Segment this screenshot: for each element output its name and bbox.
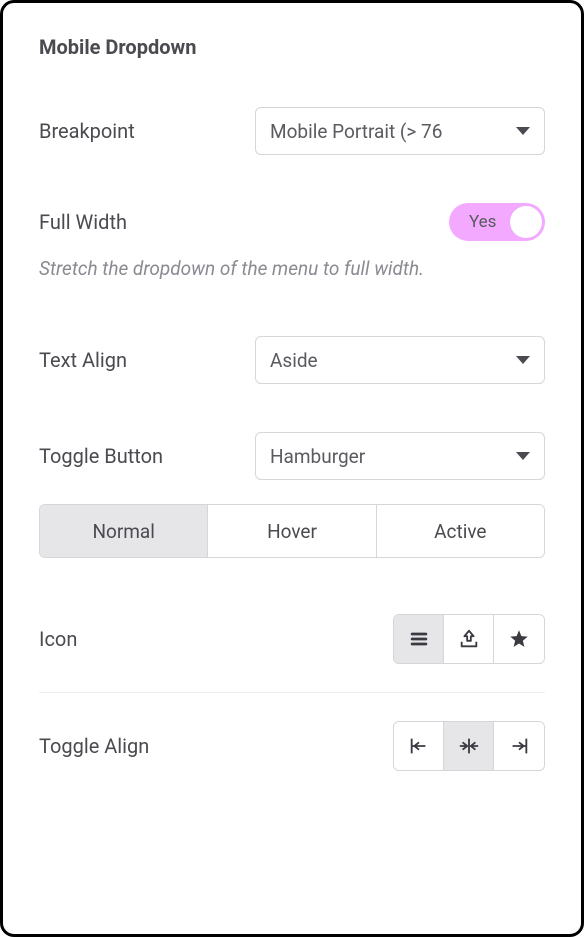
tab-hover[interactable]: Hover — [208, 505, 376, 557]
align-left-icon — [408, 735, 430, 757]
hamburger-icon — [408, 628, 430, 650]
align-center-button[interactable] — [444, 722, 494, 770]
align-center-icon — [458, 735, 480, 757]
full-width-value: Yes — [469, 212, 496, 232]
toggle-align-row: Toggle Align — [39, 721, 545, 771]
chevron-down-icon — [516, 356, 530, 364]
toggle-align-label: Toggle Align — [39, 734, 149, 758]
text-align-row: Text Align Aside — [39, 336, 545, 384]
tab-active[interactable]: Active — [377, 505, 544, 557]
toggle-button-value: Hamburger — [270, 445, 365, 468]
full-width-help: Stretch the dropdown of the menu to full… — [39, 257, 545, 280]
toggle-button-row: Toggle Button Hamburger — [39, 432, 545, 480]
text-align-value: Aside — [270, 349, 318, 372]
divider — [39, 692, 545, 693]
toggle-align-group — [393, 721, 545, 771]
breakpoint-select[interactable]: Mobile Portrait (> 76 — [255, 107, 545, 155]
align-left-button[interactable] — [394, 722, 444, 770]
text-align-label: Text Align — [39, 348, 127, 372]
align-right-button[interactable] — [494, 722, 544, 770]
breakpoint-value: Mobile Portrait (> 76 — [270, 120, 442, 143]
icon-option-default[interactable] — [394, 615, 444, 663]
full-width-toggle[interactable]: Yes — [449, 203, 545, 241]
section-title: Mobile Dropdown — [39, 35, 545, 59]
chevron-down-icon — [516, 127, 530, 135]
toggle-knob — [510, 206, 542, 238]
text-align-select[interactable]: Aside — [255, 336, 545, 384]
icon-option-group — [393, 614, 545, 664]
toggle-button-label: Toggle Button — [39, 444, 163, 468]
full-width-row: Full Width Yes — [39, 203, 545, 241]
toggle-button-select[interactable]: Hamburger — [255, 432, 545, 480]
star-icon — [508, 628, 530, 650]
state-tab-group: Normal Hover Active — [39, 504, 545, 558]
mobile-dropdown-panel: Mobile Dropdown Breakpoint Mobile Portra… — [0, 0, 584, 937]
full-width-label: Full Width — [39, 210, 127, 234]
tab-normal[interactable]: Normal — [40, 505, 208, 557]
icon-row: Icon — [39, 614, 545, 664]
breakpoint-label: Breakpoint — [39, 119, 135, 143]
icon-label: Icon — [39, 627, 77, 651]
icon-option-star[interactable] — [494, 615, 544, 663]
align-right-icon — [508, 735, 530, 757]
breakpoint-row: Breakpoint Mobile Portrait (> 76 — [39, 107, 545, 155]
icon-option-upload[interactable] — [444, 615, 494, 663]
upload-icon — [458, 628, 480, 650]
chevron-down-icon — [516, 452, 530, 460]
